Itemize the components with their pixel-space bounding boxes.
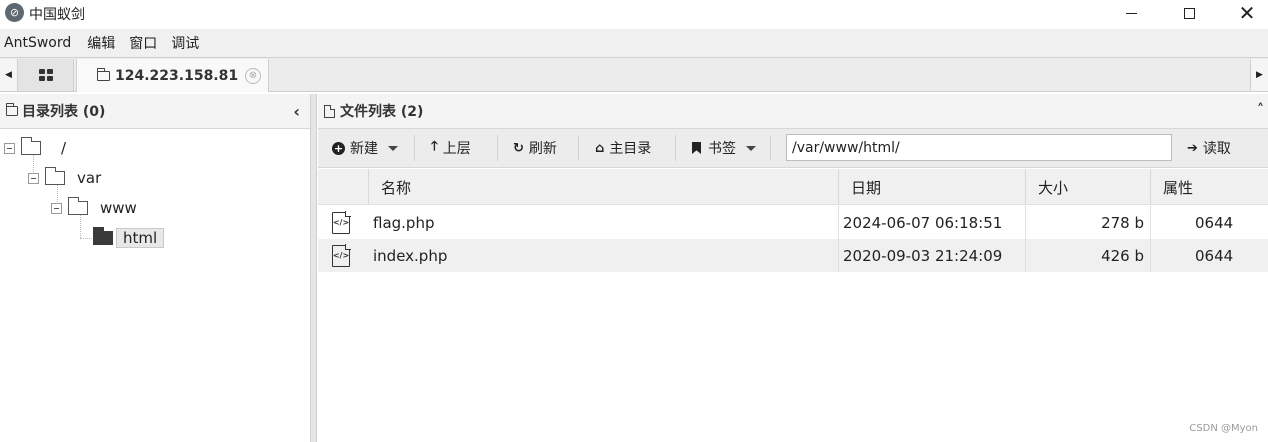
- window-title: 中国蚁剑: [29, 7, 85, 23]
- bookmark-label: 书签: [708, 141, 736, 157]
- parent-dir-label: 上层: [442, 141, 471, 157]
- panel-splitter[interactable]: [311, 94, 317, 442]
- title-bar: ⊘ 中国蚁剑 ✕: [0, 0, 1268, 29]
- icon-column-header: [318, 169, 368, 205]
- tab-bar: ◀ 124.223.158.81 ⊗ ▶: [0, 57, 1268, 92]
- tab-close-button[interactable]: ⊗: [245, 68, 261, 84]
- file-date: 2020-09-03 21:24:09: [843, 246, 1003, 265]
- file-panel-header: 文件列表 (2): [318, 94, 1268, 129]
- chevron-down-icon: [746, 145, 756, 151]
- tree-collapse-toggle[interactable]: [28, 172, 39, 184]
- folder-icon: [6, 103, 18, 116]
- tree-collapse-toggle[interactable]: [51, 202, 62, 214]
- folder-icon: [21, 137, 41, 155]
- minimize-button[interactable]: [1102, 0, 1160, 26]
- arrow-right-icon: ➔: [1187, 140, 1198, 156]
- parent-dir-button[interactable]: 🡑 上层: [431, 129, 471, 167]
- tree-item-label: html: [116, 228, 165, 248]
- file-icon: [324, 104, 335, 118]
- home-icon: ⌂: [595, 140, 605, 156]
- file-table-header: 名称 日期 大小 属性: [318, 169, 1268, 205]
- minimize-icon: [1125, 12, 1137, 14]
- bookmark-icon: [692, 142, 701, 154]
- menu-bar: AntSword 编辑 窗口 调试: [0, 29, 1268, 57]
- collapse-file-panel-button[interactable]: ˄: [1257, 102, 1264, 118]
- file-date: 2024-06-07 06:18:51: [843, 213, 1003, 232]
- refresh-button[interactable]: ↻ 刷新: [513, 129, 557, 167]
- tab-scroll-right-button[interactable]: ▶: [1250, 59, 1268, 91]
- file-size: 278 b: [1101, 213, 1144, 232]
- tree-item-label: /: [61, 139, 67, 157]
- path-input[interactable]: [786, 134, 1172, 161]
- file-attr: 0644: [1195, 213, 1234, 232]
- tab-scroll-left-button[interactable]: ◀: [0, 59, 18, 91]
- menu-window[interactable]: 窗口: [125, 33, 161, 53]
- file-name: flag.php: [373, 213, 435, 232]
- folder-icon: [68, 197, 88, 215]
- folder-icon: [45, 167, 65, 185]
- directory-panel-header: 目录列表 (0): [0, 94, 310, 129]
- folder-icon: [97, 67, 110, 81]
- refresh-icon: ↻: [513, 140, 524, 156]
- column-header-name[interactable]: 名称: [368, 169, 838, 205]
- read-button[interactable]: ➔ 读取: [1187, 129, 1231, 167]
- tree-item-label: var: [77, 169, 102, 187]
- refresh-label: 刷新: [528, 141, 557, 157]
- tab-shell-connection[interactable]: 124.223.158.81 ⊗: [76, 59, 269, 92]
- antsword-logo-icon: ⊘: [5, 3, 24, 22]
- new-button-label: 新建: [350, 141, 378, 157]
- home-dir-button[interactable]: ⌂ 主目录: [595, 129, 651, 167]
- read-label: 读取: [1202, 141, 1231, 157]
- tree-item-www[interactable]: www: [51, 197, 137, 219]
- maximize-button[interactable]: [1160, 0, 1218, 26]
- bookmark-button[interactable]: 书签: [692, 129, 756, 167]
- tab-title: 124.223.158.81: [115, 67, 239, 84]
- file-row[interactable]: </> index.php 2020-09-03 21:24:09 426 b …: [318, 239, 1268, 272]
- chevron-down-icon: [388, 145, 398, 151]
- file-toolbar: + 新建 🡑 上层 ↻ 刷新 ⌂ 主目录 书签 ➔ 读取: [318, 129, 1268, 168]
- home-dir-label: 主目录: [609, 141, 652, 157]
- column-header-attr[interactable]: 属性: [1150, 169, 1268, 205]
- plus-circle-icon: +: [332, 141, 345, 155]
- file-attr: 0644: [1195, 246, 1234, 265]
- column-header-date[interactable]: 日期: [838, 169, 1025, 205]
- file-panel-title: 文件列表 (2): [340, 104, 424, 120]
- file-name: index.php: [373, 246, 448, 265]
- tree-item-root[interactable]: /: [4, 137, 66, 159]
- file-size: 426 b: [1101, 246, 1144, 265]
- code-file-icon: </>: [332, 243, 351, 267]
- directory-panel-title: 目录列表 (0): [22, 104, 106, 120]
- file-panel: 文件列表 (2) ˄ + 新建 🡑 上层 ↻ 刷新 ⌂ 主目录 书签 /var/…: [318, 94, 1268, 442]
- tree-item-html[interactable]: html: [93, 227, 165, 249]
- menu-edit[interactable]: 编辑: [83, 33, 119, 53]
- new-button[interactable]: + 新建: [332, 129, 398, 167]
- close-window-button[interactable]: ✕: [1218, 0, 1268, 26]
- code-file-icon: </>: [332, 210, 351, 234]
- tab-home[interactable]: [18, 59, 74, 91]
- tree-collapse-toggle[interactable]: [4, 142, 15, 154]
- watermark: CSDN @Myon⁠: [1189, 423, 1258, 434]
- file-row[interactable]: </> flag.php 2024-06-07 06:18:51 278 b 0…: [318, 206, 1268, 239]
- menu-debug[interactable]: 调试: [167, 33, 203, 53]
- collapse-panel-button[interactable]: ‹: [293, 102, 300, 121]
- folder-open-icon: [93, 227, 113, 245]
- arrow-up-icon: 🡑: [431, 139, 438, 154]
- column-header-size[interactable]: 大小: [1025, 169, 1150, 205]
- maximize-icon: [1183, 7, 1195, 19]
- grid-icon: [38, 69, 53, 81]
- tree-item-label: www: [100, 199, 137, 217]
- close-icon: ✕: [1238, 1, 1256, 25]
- tree-item-var[interactable]: var: [28, 167, 101, 189]
- menu-antsword[interactable]: AntSword: [0, 35, 75, 51]
- directory-panel: 目录列表 (0) ‹ / var www html: [0, 94, 311, 442]
